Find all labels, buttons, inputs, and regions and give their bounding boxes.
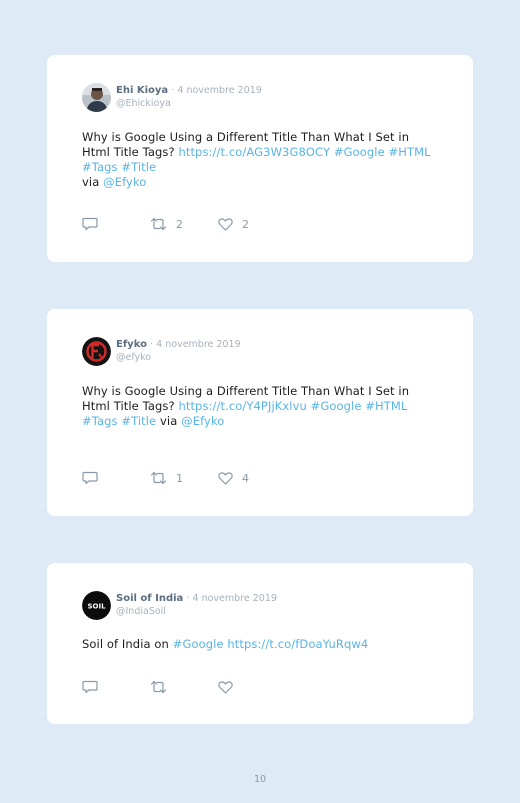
retweet-button[interactable] (150, 680, 218, 694)
tweet-link[interactable]: https://t.co/Y4PJjKxlvu (178, 399, 306, 413)
avatar[interactable]: SOIL (82, 591, 111, 620)
tweet-header: Efyko · 4 novembre 2019 @efyko (82, 337, 241, 366)
like-button[interactable]: 4 (218, 472, 278, 485)
author-handle[interactable]: @IndiaSoil (116, 605, 277, 618)
author-name[interactable]: Ehi Kioya (116, 85, 168, 96)
person-photo-avatar-icon (82, 83, 111, 112)
tweet-meta: Soil of India · 4 novembre 2019 @IndiaSo… (116, 592, 277, 618)
like-button[interactable] (218, 680, 278, 694)
soil-logo-avatar-icon: SOIL (82, 591, 111, 620)
like-count: 2 (242, 217, 249, 231)
tweet-date[interactable]: · 4 novembre 2019 (171, 85, 261, 96)
tweet-text: Why is Google Using a Different Title Th… (82, 130, 432, 190)
tweet-date[interactable]: · 4 novembre 2019 (150, 339, 240, 350)
tweet-header: Ehi Kioya · 4 novembre 2019 @Ehickioya (82, 83, 262, 112)
reply-icon (82, 217, 98, 231)
reply-button[interactable] (82, 471, 150, 485)
tweet-hashtags[interactable]: #Google (173, 637, 224, 651)
retweet-icon (150, 471, 167, 485)
tweet-via: via (160, 414, 178, 428)
like-count: 4 (242, 471, 249, 485)
tweet-link[interactable]: https://t.co/fDoaYuRqw4 (227, 637, 368, 651)
heart-icon (218, 471, 233, 485)
tweet-date[interactable]: · 4 novembre 2019 (186, 593, 276, 604)
tweet-header: SOIL Soil of India · 4 novembre 2019 @In… (82, 591, 277, 620)
tweet-actions: 1 4 (82, 471, 278, 485)
avatar[interactable] (82, 337, 111, 366)
retweet-count: 2 (176, 217, 183, 231)
reply-icon (82, 471, 98, 485)
retweet-button[interactable]: 2 (150, 217, 218, 231)
avatar[interactable] (82, 83, 111, 112)
tweet-actions: 2 2 (82, 217, 278, 231)
heart-icon (218, 680, 233, 694)
heart-icon (218, 217, 233, 231)
reply-icon (82, 680, 98, 694)
author-handle[interactable]: @efyko (116, 351, 241, 364)
like-button[interactable]: 2 (218, 218, 278, 231)
tweet-actions (82, 680, 278, 694)
tweet-via: via (82, 175, 100, 189)
page-number: 10 (253, 774, 267, 785)
soil-logo-text: SOIL (87, 603, 106, 611)
tweet-link[interactable]: https://t.co/AG3W3G8OCY (178, 145, 330, 159)
reply-button[interactable] (82, 217, 150, 231)
tweet-card: SOIL Soil of India · 4 novembre 2019 @In… (47, 563, 473, 724)
tweet-card: Efyko · 4 novembre 2019 @efyko Why is Go… (47, 309, 473, 516)
tweet-mention[interactable]: @Efyko (103, 175, 146, 189)
tweet-mention[interactable]: @Efyko (181, 414, 224, 428)
tweet-card: Ehi Kioya · 4 novembre 2019 @Ehickioya W… (47, 55, 473, 262)
retweet-icon (150, 217, 167, 231)
retweet-button[interactable]: 1 (150, 471, 218, 485)
retweet-count: 1 (176, 471, 183, 485)
author-name[interactable]: Efyko (116, 339, 147, 350)
author-name[interactable]: Soil of India (116, 593, 183, 604)
author-handle[interactable]: @Ehickioya (116, 97, 262, 110)
efyko-logo-avatar-icon (82, 337, 111, 366)
tweet-text: Why is Google Using a Different Title Th… (82, 384, 432, 429)
retweet-icon (150, 680, 167, 694)
reply-button[interactable] (82, 680, 150, 694)
tweet-text-plain: Soil of India on (82, 637, 169, 651)
tweet-meta: Efyko · 4 novembre 2019 @efyko (116, 338, 241, 364)
tweet-text: Soil of India on #Google https://t.co/fD… (82, 637, 432, 652)
tweet-meta: Ehi Kioya · 4 novembre 2019 @Ehickioya (116, 84, 262, 110)
